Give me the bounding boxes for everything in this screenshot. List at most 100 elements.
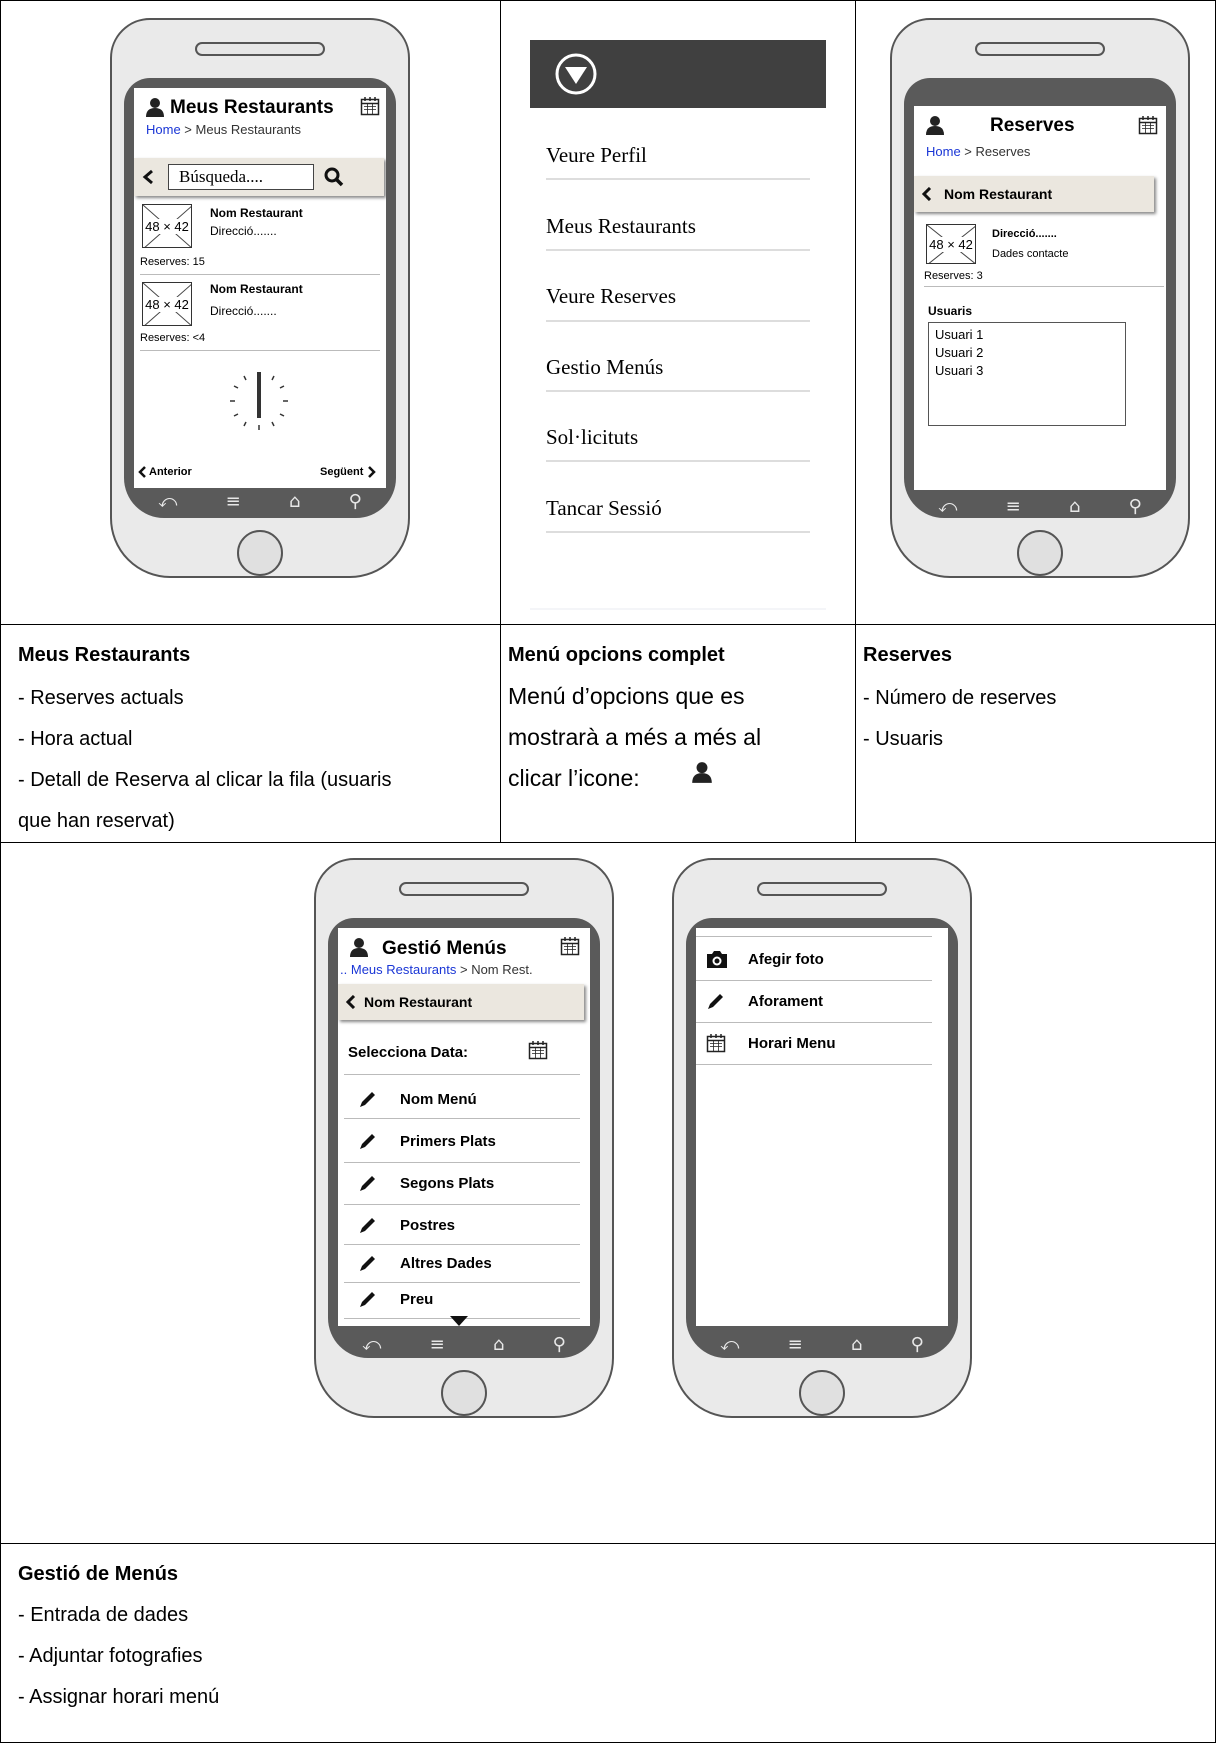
phone-speaker xyxy=(399,882,529,896)
menu-item-tancar-sessio[interactable]: Tancar Sessió xyxy=(546,496,662,521)
list-item[interactable]: 48 × 42 Nom Restaurant Direcció....... R… xyxy=(134,200,386,280)
divider xyxy=(696,980,932,981)
search-icon[interactable]: ⚲ xyxy=(911,1334,924,1355)
user-list-item[interactable]: Usuari 3 xyxy=(935,362,1119,380)
pencil-icon xyxy=(360,1092,375,1107)
desc-meus-restaurants-line: - Hora actual xyxy=(18,728,133,750)
page-title: Gestió Menús xyxy=(382,938,507,959)
breadcrumb-home-link[interactable]: Home xyxy=(926,144,961,159)
menu-icon[interactable]: ≡ xyxy=(226,491,241,512)
grid-line-row2 xyxy=(0,842,1216,843)
phone-home-button[interactable] xyxy=(1017,530,1063,576)
next-button[interactable]: Següent xyxy=(320,466,377,478)
divider xyxy=(344,1162,580,1163)
breadcrumb: Home > Meus Restaurants xyxy=(146,122,301,137)
restaurant-bar-label: Nom Restaurant xyxy=(364,994,473,1010)
search-icon[interactable]: ⚲ xyxy=(1129,496,1142,517)
chevron-left-icon xyxy=(346,995,356,1009)
search-icon[interactable] xyxy=(324,167,344,187)
menu-item-sollicituts[interactable]: Sol·licituts xyxy=(546,425,638,450)
user-icon[interactable] xyxy=(924,114,946,136)
home-icon[interactable]: ⌂ xyxy=(289,491,300,512)
divider xyxy=(344,1282,580,1283)
menu-field-preu[interactable]: Preu xyxy=(358,1284,433,1314)
breadcrumb-link[interactable]: Meus Restaurants xyxy=(351,962,457,977)
option-afegir-foto[interactable]: Afegir foto xyxy=(706,944,824,974)
chevron-right-icon xyxy=(368,466,377,478)
reserves-count: Reserves: 15 xyxy=(140,256,205,268)
phone-speaker xyxy=(757,882,887,896)
breadcrumb: .. Meus Restaurants > Nom Rest. xyxy=(340,962,533,977)
chevron-left-icon[interactable] xyxy=(142,169,154,185)
desc-menu-opcions-line: clicar l’icone: xyxy=(508,765,640,791)
prev-button[interactable]: Anterior xyxy=(138,466,192,478)
menu-field-segons-plats[interactable]: Segons Plats xyxy=(358,1168,494,1198)
side-menu: Veure Perfil Meus Restaurants Veure Rese… xyxy=(530,40,826,610)
calendar-icon[interactable] xyxy=(560,936,580,956)
select-date-label: Selecciona Data: xyxy=(348,1044,469,1061)
back-icon[interactable]: ⤺ xyxy=(158,491,177,512)
menu-item-meus-restaurants[interactable]: Meus Restaurants xyxy=(546,214,696,239)
user-list-item[interactable]: Usuari 1 xyxy=(935,326,1119,344)
image-placeholder: 48 × 42 xyxy=(142,204,192,248)
pencil-icon xyxy=(360,1218,375,1233)
menu-icon[interactable]: ≡ xyxy=(1006,496,1021,517)
search-icon[interactable]: ⚲ xyxy=(553,1334,566,1355)
breadcrumb-current: Nom Rest. xyxy=(471,962,533,977)
phone-reserves: Reserves Home > Reserves Nom Restaurant … xyxy=(886,18,1194,598)
divider xyxy=(344,1074,580,1075)
breadcrumb-home-link[interactable]: Home xyxy=(146,122,181,137)
calendar-icon[interactable] xyxy=(1138,115,1158,135)
menu-field-postres[interactable]: Postres xyxy=(358,1210,455,1240)
back-icon[interactable]: ⤺ xyxy=(938,496,957,517)
restaurant-bar[interactable]: Nom Restaurant xyxy=(338,984,584,1020)
menu-item-veure-perfil[interactable]: Veure Perfil xyxy=(546,143,647,168)
menu-item-gestio-menus[interactable]: Gestio Menús xyxy=(546,355,663,380)
user-icon[interactable] xyxy=(348,936,370,958)
menu-field-nom-menu[interactable]: Nom Menú xyxy=(358,1084,477,1114)
scroll-down-icon[interactable] xyxy=(450,1316,468,1326)
menu-item-veure-reserves[interactable]: Veure Reserves xyxy=(546,284,676,309)
home-icon[interactable]: ⌂ xyxy=(493,1334,504,1355)
search-input[interactable]: Búsqueda.... xyxy=(168,164,314,190)
menu-icon[interactable]: ≡ xyxy=(788,1334,803,1355)
users-label: Usuaris xyxy=(928,304,973,318)
menu-icon[interactable]: ≡ xyxy=(430,1334,445,1355)
desc-gestio-menus-line: - Adjuntar fotografies xyxy=(18,1645,203,1667)
list-item[interactable]: 48 × 42 Nom Restaurant Direcció....... R… xyxy=(134,278,386,358)
home-icon[interactable]: ⌂ xyxy=(851,1334,862,1355)
chevron-down-circle-icon[interactable] xyxy=(554,52,598,96)
desc-gestio-menus-line: - Assignar horari menú xyxy=(18,1686,220,1708)
back-icon[interactable]: ⤺ xyxy=(720,1334,739,1355)
pencil-icon xyxy=(360,1176,375,1191)
users-listbox[interactable]: Usuari 1 Usuari 2 Usuari 3 xyxy=(928,322,1126,426)
desc-menu-opcions-line: Menú d’opcions que es xyxy=(508,683,745,709)
chevron-left-icon xyxy=(138,466,146,478)
option-aforament[interactable]: Aforament xyxy=(706,986,823,1016)
calendar-icon[interactable] xyxy=(528,1040,548,1060)
restaurant-bar[interactable]: Nom Restaurant xyxy=(914,176,1154,212)
breadcrumb-separator: > xyxy=(180,122,196,137)
menu-field-altres-dades[interactable]: Altres Dades xyxy=(358,1248,492,1278)
back-icon[interactable]: ⤺ xyxy=(362,1334,381,1355)
calendar-icon[interactable] xyxy=(360,96,380,116)
search-bar: Búsqueda.... xyxy=(134,158,384,196)
phone-menu-options: Afegir foto Aforament Horari Menu ⤺ ≡ ⌂ … xyxy=(668,858,976,1438)
option-horari-menu[interactable]: Horari Menu xyxy=(706,1028,836,1058)
user-icon[interactable] xyxy=(144,96,166,118)
search-icon[interactable]: ⚲ xyxy=(349,491,362,512)
phone-home-button[interactable] xyxy=(799,1370,845,1416)
grid-line-col2 xyxy=(855,0,856,842)
android-navbar: ⤺ ≡ ⌂ ⚲ xyxy=(134,488,386,514)
home-icon[interactable]: ⌂ xyxy=(1069,496,1080,517)
pencil-icon xyxy=(360,1292,375,1307)
user-list-item[interactable]: Usuari 2 xyxy=(935,344,1119,362)
restaurant-name: Nom Restaurant xyxy=(210,206,303,220)
phone-home-button[interactable] xyxy=(441,1370,487,1416)
menu-field-primers-plats[interactable]: Primers Plats xyxy=(358,1126,496,1156)
desc-reserves-line: - Número de reserves xyxy=(863,687,1057,709)
divider xyxy=(546,390,810,392)
divider xyxy=(140,274,380,275)
phone-home-button[interactable] xyxy=(237,530,283,576)
desc-menu-opcions-title: Menú opcions complet xyxy=(508,644,725,666)
